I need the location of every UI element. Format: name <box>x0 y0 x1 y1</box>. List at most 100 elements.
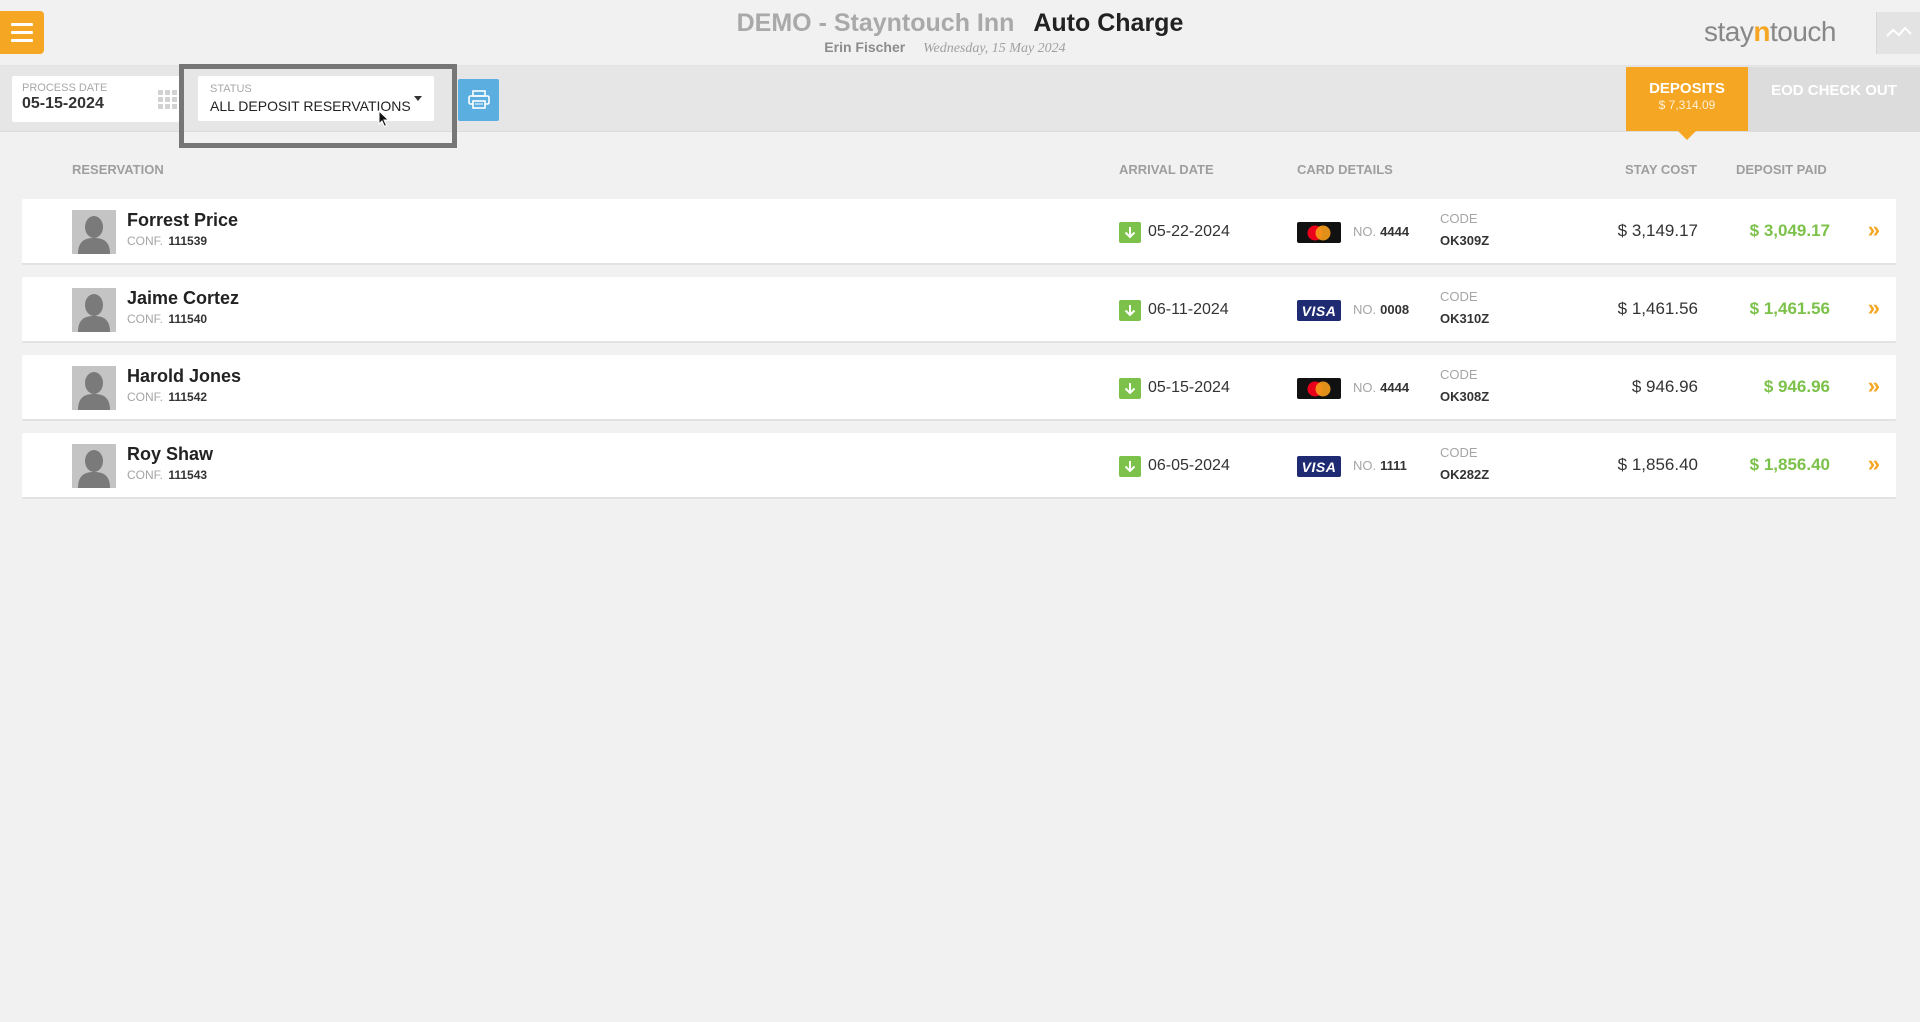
card-number: NO. 4444 <box>1353 380 1409 396</box>
stayntouch-logo: stayntouch <box>1704 16 1836 48</box>
process-date-field[interactable]: PROCESS DATE 05-15-2024 <box>12 76 180 122</box>
eod-tab-label: EOD CHECK OUT <box>1771 82 1897 99</box>
conf-label: CONF. <box>127 390 163 404</box>
conf-label: CONF. <box>127 234 163 248</box>
conf-value: 111540 <box>168 312 208 326</box>
calendar-icon[interactable] <box>158 90 180 110</box>
arrival-arrow-icon <box>1119 222 1141 243</box>
card-no-label: NO. <box>1353 302 1377 317</box>
column-header-deposit-paid: DEPOSIT PAID <box>1736 162 1827 177</box>
auth-code-label: CODE <box>1440 289 1478 304</box>
header-date: Wednesday, 15 May 2024 <box>923 41 1066 56</box>
guest-silhouette-icon <box>72 444 116 488</box>
page-heading: DEMO - Stayntouch Inn Auto Charge Erin F… <box>0 8 1920 57</box>
confirmation-number: CONF. 111540 <box>127 311 207 327</box>
card-no-label: NO. <box>1353 380 1377 395</box>
deposit-paid: $ 1,856.40 <box>1749 455 1830 474</box>
avatar <box>72 210 116 254</box>
deposit-paid: $ 946.96 <box>1763 377 1830 396</box>
process-date-value: 05-15-2024 <box>22 95 104 112</box>
visa-icon: VISA <box>1297 456 1341 477</box>
mouse-cursor-icon <box>378 110 390 128</box>
table-row[interactable]: Harold Jones CONF. 111542 05-15-2024 NO.… <box>22 355 1896 421</box>
mastercard-icon <box>1297 378 1341 399</box>
card-no-value: 0008 <box>1380 302 1410 317</box>
printer-icon <box>467 90 490 109</box>
visa-logo-text: VISA <box>1301 302 1337 319</box>
chevron-double-right-icon[interactable]: » <box>1868 219 1880 241</box>
auth-code-value: OK309Z <box>1440 233 1490 248</box>
conf-label: CONF. <box>127 468 163 482</box>
deposit-paid: $ 3,049.17 <box>1749 221 1830 240</box>
card-no-label: NO. <box>1353 224 1377 239</box>
auth-code-value: OK310Z <box>1440 311 1490 326</box>
hotel-name: DEMO - Stayntouch Inn <box>736 9 1015 37</box>
conf-value: 111539 <box>168 234 208 248</box>
table-row[interactable]: Jaime Cortez CONF. 111540 06-11-2024 VIS… <box>22 277 1896 343</box>
chevron-double-right-icon[interactable]: » <box>1868 453 1880 475</box>
confirmation-number: CONF. 111542 <box>127 389 207 405</box>
conf-label: CONF. <box>127 312 163 326</box>
confirmation-number: CONF. 111539 <box>127 233 207 249</box>
status-label: STATUS <box>210 83 252 95</box>
confirmation-number: CONF. 111543 <box>127 467 207 483</box>
card-no-value: 4444 <box>1380 380 1410 395</box>
chevron-double-right-icon[interactable]: » <box>1868 297 1880 319</box>
process-date-label: PROCESS DATE <box>22 82 108 94</box>
page-title: Auto Charge <box>1033 9 1184 37</box>
card-number: NO. 4444 <box>1353 224 1409 240</box>
arrival-arrow-icon <box>1119 300 1141 321</box>
visa-icon: VISA <box>1297 300 1341 321</box>
logo-text-touch: touch <box>1769 16 1837 47</box>
status-dropdown[interactable]: STATUS ALL DEPOSIT RESERVATIONS <box>198 76 434 121</box>
card-no-label: NO. <box>1353 458 1377 473</box>
arrival-arrow-icon <box>1119 456 1141 477</box>
auth-code-label: CODE <box>1440 445 1478 460</box>
column-header-stay-cost: STAY COST <box>1625 162 1698 177</box>
logo-text-n: n <box>1753 16 1770 47</box>
table-row[interactable]: Forrest Price CONF. 111539 05-22-2024 NO… <box>22 199 1896 265</box>
avatar <box>72 288 116 332</box>
activity-graph-button[interactable] <box>1876 12 1920 54</box>
logo-text-stay: stay <box>1704 16 1754 47</box>
conf-value: 111543 <box>168 468 208 482</box>
column-header-arrival-date: ARRIVAL DATE <box>1119 162 1214 177</box>
guest-silhouette-icon <box>72 366 116 410</box>
user-name: Erin Fischer <box>824 39 906 55</box>
reservation-list: Forrest Price CONF. 111539 05-22-2024 NO… <box>22 199 1896 511</box>
chevron-double-right-icon[interactable]: » <box>1868 375 1880 397</box>
visa-logo-text: VISA <box>1301 458 1337 475</box>
app-header: DEMO - Stayntouch Inn Auto Charge Erin F… <box>0 0 1920 66</box>
stay-cost: $ 946.96 <box>1631 377 1698 396</box>
card-no-value: 1111 <box>1380 458 1407 473</box>
guest-silhouette-icon <box>72 288 116 332</box>
auth-code-value: OK282Z <box>1440 467 1490 482</box>
arrival-date: 05-15-2024 <box>1148 379 1230 396</box>
guest-name: Jaime Cortez <box>127 288 240 308</box>
guest-name: Harold Jones <box>127 366 242 386</box>
active-tab-indicator <box>1678 131 1696 140</box>
tab-eod-check-out[interactable]: EOD CHECK OUT <box>1748 67 1920 131</box>
stay-cost: $ 1,856.40 <box>1617 455 1698 474</box>
status-selected-value: ALL DEPOSIT RESERVATIONS <box>210 98 411 114</box>
table-row[interactable]: Roy Shaw CONF. 111543 06-05-2024 VISA NO… <box>22 433 1896 499</box>
column-header-reservation: RESERVATION <box>72 162 164 177</box>
guest-silhouette-icon <box>72 210 116 254</box>
deposits-total-amount: $ 7,314.09 <box>1658 98 1716 112</box>
guest-name: Roy Shaw <box>127 444 214 464</box>
chevron-down-icon <box>414 96 422 101</box>
auth-code-label: CODE <box>1440 367 1478 382</box>
tab-deposits[interactable]: DEPOSITS $ 7,314.09 <box>1626 67 1748 140</box>
mastercard-icon <box>1297 222 1341 243</box>
deposits-tab-label: DEPOSITS <box>1649 80 1725 97</box>
avatar <box>72 444 116 488</box>
arrival-date: 06-11-2024 <box>1148 301 1229 318</box>
deposit-paid: $ 1,461.56 <box>1749 299 1830 318</box>
auth-code-value: OK308Z <box>1440 389 1490 404</box>
conf-value: 111542 <box>168 390 208 404</box>
print-button[interactable] <box>458 79 499 121</box>
avatar <box>72 366 116 410</box>
arrival-date: 06-05-2024 <box>1148 457 1230 474</box>
activity-graph-icon <box>1885 26 1912 37</box>
card-number: NO. 1111 <box>1353 458 1407 474</box>
